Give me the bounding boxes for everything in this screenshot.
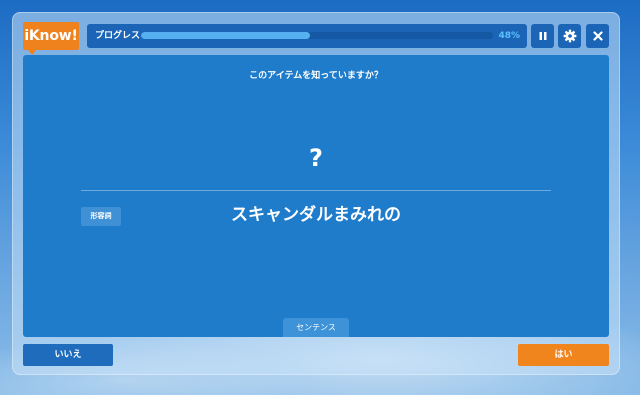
close-button[interactable] — [586, 24, 609, 48]
settings-button[interactable] — [558, 24, 581, 48]
app-logo: iKnow! — [23, 22, 79, 50]
progress-bar: プログレス 48% — [87, 24, 527, 48]
question-text: このアイテムを知っていますか？ — [249, 71, 383, 81]
flashcard: このアイテムを知っていますか？ ? 形容詞 スキャンダルまみれの センテンス — [23, 55, 609, 337]
gear-icon — [563, 29, 577, 43]
no-button[interactable]: いいえ — [23, 344, 113, 366]
sentence-tab[interactable]: センテンス — [283, 318, 349, 337]
hidden-answer[interactable]: ? — [23, 143, 609, 173]
pause-icon — [537, 30, 549, 42]
progress-fill — [141, 32, 310, 39]
vocab-word: スキャンダルまみれの — [231, 205, 401, 225]
progress-label: プログレス — [95, 31, 141, 41]
pause-button[interactable] — [531, 24, 554, 48]
progress-percent: 48% — [498, 31, 520, 41]
yes-button[interactable]: はい — [518, 344, 609, 366]
progress-track — [141, 32, 493, 39]
card-divider — [81, 190, 551, 191]
close-icon — [592, 31, 603, 41]
